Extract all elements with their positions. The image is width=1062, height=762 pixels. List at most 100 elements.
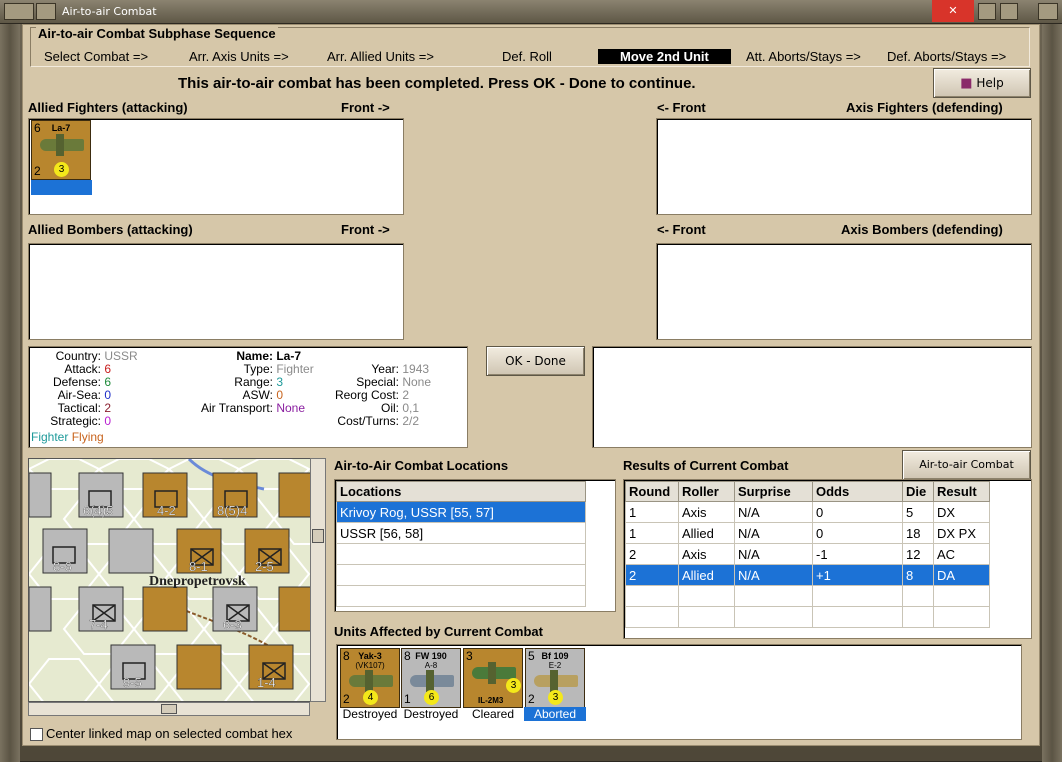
seq-step-att-aborts: Att. Aborts/Stays => [746,49,861,64]
axis-fighters-header: Axis Fighters (defending) [846,100,1003,115]
allied-bombers-front: Front -> [341,222,390,237]
axis-bombers-front: <- Front [657,222,706,237]
center-map-checkbox[interactable] [30,728,43,741]
map-hscroll-thumb[interactable] [161,704,177,714]
reorg-value: 2 [402,388,410,402]
counter-range: 3 [54,162,69,177]
fw190-counter[interactable]: 8 FW 190 A-8 1 6 [401,648,461,708]
center-map-label: Center linked map on selected combat hex [46,726,293,741]
result-row[interactable]: 1 Axis N/A 0 5 DX [625,501,990,523]
tactical-value: 2 [104,401,112,415]
fw190-range: 6 [424,690,439,705]
airsea-label: Air-Sea: [57,388,101,402]
window-icon [36,3,56,20]
map-vscroll-thumb[interactable] [312,529,324,543]
location-row-empty[interactable] [336,543,586,565]
svg-text:4-2: 4-2 [157,503,176,518]
locations-title: Air-to-Air Combat Locations [334,458,509,473]
locations-table: Locations Krivoy Rog, USSR [55, 57] USSR… [336,481,586,607]
system-menu-icon[interactable] [4,3,34,20]
special-value: None [402,375,432,389]
location-row-empty[interactable] [336,564,586,586]
minimize-button[interactable] [978,3,996,20]
fw190-status: Destroyed [403,707,459,721]
bf109-defense: 2 [528,692,535,706]
seq-step-def-aborts: Def. Aborts/Stays => [887,49,1007,64]
maximize-button[interactable] [1000,3,1018,20]
hex-map-svg: Dnepropetrovsk 6(4)5 4-2 8(5)4 8-6 8-1 2… [29,459,325,701]
strategic-value: 0 [104,414,112,428]
svg-text:6-3: 6-3 [223,617,242,632]
axis-bombers-box[interactable] [656,243,1032,340]
allied-fighters-front: Front -> [341,100,390,115]
special-label: Special: [356,375,399,389]
unit-info-panel: Country: USSR Attack: 6 Defense: 6 Air-S… [28,346,468,448]
il2-status: Cleared [471,707,515,721]
allied-bombers-header: Allied Bombers (attacking) [28,222,193,237]
air-combat-chart-button[interactable]: Air-to-air Combat Chart [902,450,1031,499]
il2-range: 3 [506,678,521,693]
map-horizontal-scrollbar[interactable] [28,702,310,716]
location-row[interactable]: Krivoy Rog, USSR [55, 57] [336,501,586,523]
asw-label: ASW: [242,388,273,402]
map-vertical-scrollbar[interactable] [310,458,326,702]
il2-attack: 3 [466,649,473,663]
tactical-label: Tactical: [57,401,101,415]
svg-text:9-5: 9-5 [123,675,142,690]
location-row[interactable]: USSR [56, 58] [336,522,586,544]
year-label: Year: [371,362,399,376]
result-row-selected[interactable]: 2 Allied N/A +1 8 DA [625,564,990,586]
help-button-label: Help [976,76,1004,90]
axis-bombers-header: Axis Bombers (defending) [841,222,1003,237]
help-button[interactable]: ■ Help [933,68,1031,98]
counter-selection-bar [31,180,92,195]
linked-map[interactable]: Dnepropetrovsk 6(4)5 4-2 8(5)4 8-6 8-1 2… [28,458,326,702]
col-roller: Roller [678,481,735,502]
ok-done-button[interactable]: OK - Done [486,346,585,376]
fw190-defense: 1 [404,692,411,706]
yak3-counter[interactable]: 8 Yak-3 (VK107) 2 4 [340,648,400,708]
asw-value: 0 [276,388,284,402]
air-transport-label: Air Transport: [200,401,273,415]
svg-text:8-6: 8-6 [53,559,72,574]
bomber-plane-icon [472,662,516,684]
col-surprise: Surprise [734,481,813,502]
left-rail [0,24,20,762]
yak3-sub: (VK107) [355,661,385,670]
fighter-plane-icon [534,670,578,692]
strategic-label: Strategic: [50,414,101,428]
il2-counter[interactable]: 3 IL-2M3 3 [463,648,523,708]
col-result: Result [933,481,990,502]
yak3-defense: 2 [343,692,350,706]
col-die: Die [902,481,934,502]
bf109-status: Aborted [524,707,586,721]
result-row-empty[interactable] [625,585,990,607]
result-row[interactable]: 1 Allied N/A 0 18 DX PX [625,522,990,544]
cost-label: Cost/Turns: [337,414,399,428]
cost-value: 2/2 [402,414,420,428]
result-row[interactable]: 2 Axis N/A -1 12 AC [625,543,990,565]
air-transport-value: None [276,401,306,415]
bf109-counter[interactable]: 5 Bf 109 E-2 2 3 [525,648,585,708]
bf109-sub: E-2 [548,661,562,670]
svg-text:8(5)4: 8(5)4 [217,503,247,518]
airsea-value: 0 [104,388,112,402]
name-label: Name: [236,349,273,363]
allied-bombers-box[interactable] [28,243,404,340]
axis-fighters-box[interactable] [656,118,1032,215]
location-row-empty[interactable] [336,585,586,607]
bf109-range: 3 [548,690,563,705]
close-button[interactable]: ✕ [932,0,974,22]
seq-step-select-combat: Select Combat => [44,49,149,64]
result-row-empty[interactable] [625,606,990,628]
title-bar[interactable]: Air-to-air Combat ✕ [0,0,1062,24]
restore-button[interactable] [1038,3,1058,20]
bf109-name: Bf 109 [541,651,569,661]
svg-text:1-4: 1-4 [257,675,276,690]
seq-step-axis-units: Arr. Axis Units => [189,49,289,64]
svg-text:2-5: 2-5 [255,559,274,574]
fighter-plane-icon [40,134,84,156]
la7-counter[interactable]: 6 La-7 2 3 [31,120,91,180]
unit-state: Flying [71,430,104,444]
defense-value: 6 [104,375,112,389]
